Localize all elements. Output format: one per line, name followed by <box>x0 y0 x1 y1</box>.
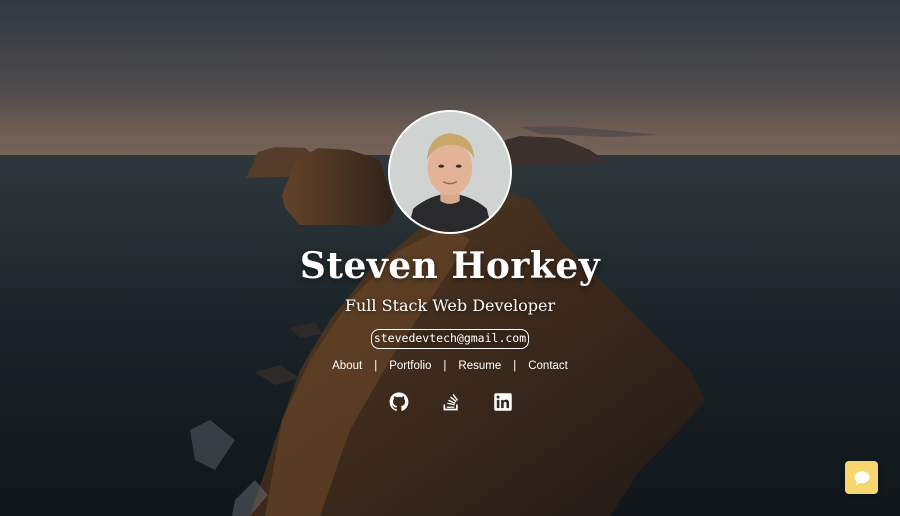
portrait-image <box>390 112 510 232</box>
profile-name: Steven Horkey <box>299 245 601 287</box>
linkedin-icon <box>494 393 512 411</box>
nav-separator: | <box>443 360 447 372</box>
nav-portfolio[interactable]: Portfolio <box>389 360 431 372</box>
nav-about[interactable]: About <box>332 360 362 372</box>
nav-separator: | <box>374 360 378 372</box>
chat-bubble-icon <box>854 470 869 485</box>
chat-button[interactable] <box>845 461 878 494</box>
github-link[interactable] <box>389 392 409 412</box>
linkedin-link[interactable] <box>493 392 513 412</box>
main-nav: About | Portfolio | Resume | Contact <box>0 360 900 372</box>
stack-overflow-link[interactable] <box>441 392 461 412</box>
stack-overflow-icon <box>443 394 459 411</box>
github-icon <box>389 392 409 411</box>
nav-separator: | <box>513 360 517 372</box>
avatar <box>388 110 512 234</box>
profile-role: Full Stack Web Developer <box>344 296 556 315</box>
email-link[interactable]: stevedevtech@gmail.com <box>371 329 529 349</box>
nav-contact[interactable]: Contact <box>528 360 568 372</box>
nav-resume[interactable]: Resume <box>458 360 501 372</box>
hero: Steven Horkey Full Stack Web Developer s… <box>0 0 900 516</box>
